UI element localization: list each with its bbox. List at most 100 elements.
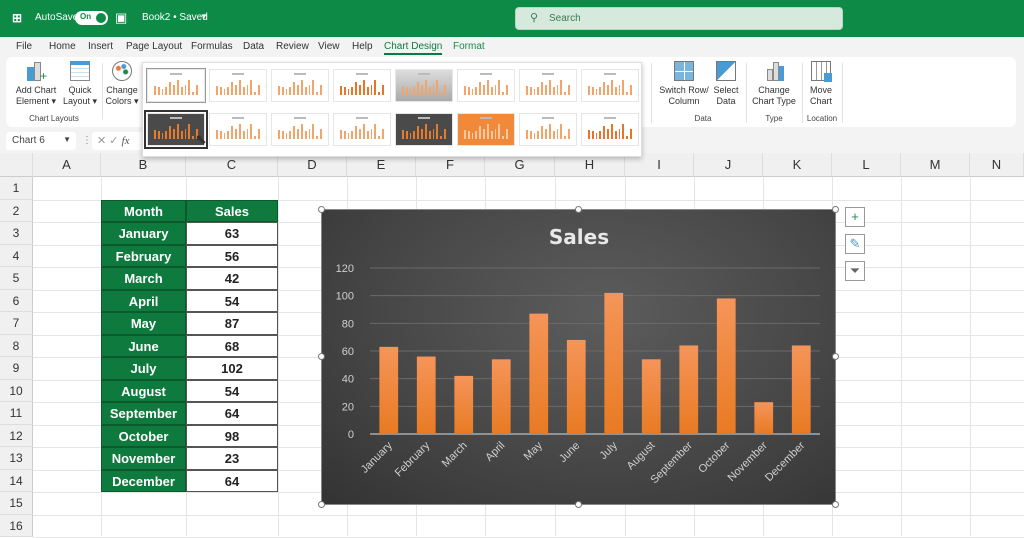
quick-layout-button[interactable]: Quick Layout ▾ — [60, 61, 100, 107]
row-header-4[interactable]: 4 — [0, 244, 33, 267]
resize-handle[interactable] — [318, 353, 325, 360]
chart-style-12[interactable] — [333, 113, 391, 146]
sales-cell[interactable]: 54 — [186, 379, 278, 402]
switch-row-column-button[interactable]: Switch Row/ Column — [658, 61, 710, 107]
column-header-n[interactable]: N — [970, 153, 1024, 177]
change-colors-button[interactable]: Change Colors ▾ — [104, 61, 140, 107]
enter-icon[interactable]: ✓ — [109, 135, 118, 147]
row-header-9[interactable]: 9 — [0, 357, 33, 380]
sales-cell[interactable]: 63 — [186, 222, 278, 245]
resize-handle[interactable] — [832, 353, 839, 360]
month-cell[interactable]: June — [101, 334, 186, 357]
row-header-3[interactable]: 3 — [0, 222, 33, 245]
chart-style-4[interactable] — [333, 69, 391, 102]
month-cell[interactable]: August — [101, 379, 186, 402]
month-cell[interactable]: January — [101, 222, 186, 245]
header-month[interactable]: Month — [101, 199, 186, 222]
autosave-toggle[interactable]: On — [75, 11, 108, 25]
month-cell[interactable]: April — [101, 289, 186, 312]
bar-april[interactable] — [491, 359, 511, 434]
row-header-11[interactable]: 11 — [0, 402, 33, 425]
tab-page-layout[interactable]: Page Layout — [126, 41, 182, 52]
sales-cell[interactable]: 87 — [186, 312, 278, 335]
row-header-13[interactable]: 13 — [0, 447, 33, 470]
resize-handle[interactable] — [318, 501, 325, 508]
month-cell[interactable]: March — [101, 267, 186, 290]
column-header-m[interactable]: M — [901, 153, 970, 177]
save-icon[interactable]: ▣ — [115, 10, 127, 26]
row-header-14[interactable]: 14 — [0, 469, 33, 492]
chart-style-2[interactable] — [209, 69, 267, 102]
row-header-5[interactable]: 5 — [0, 267, 33, 290]
row-header-12[interactable]: 12 — [0, 424, 33, 447]
chevron-down-icon[interactable]: ▼ — [200, 12, 208, 21]
cancel-icon[interactable]: ✕ — [97, 135, 106, 147]
tab-format[interactable]: Format — [453, 41, 485, 52]
tab-view[interactable]: View — [318, 41, 340, 52]
chevron-down-icon[interactable]: ▼ — [63, 135, 71, 144]
row-header-10[interactable]: 10 — [0, 379, 33, 402]
chart-style-11[interactable] — [271, 113, 329, 146]
search-box[interactable]: ⚲ Search — [515, 7, 843, 30]
resize-handle[interactable] — [832, 501, 839, 508]
sales-cell[interactable]: 98 — [186, 424, 278, 447]
row-header-6[interactable]: 6 — [0, 289, 33, 312]
resize-handle[interactable] — [575, 501, 582, 508]
tab-chart-design[interactable]: Chart Design — [384, 41, 443, 55]
month-cell[interactable]: May — [101, 312, 186, 335]
row-header-8[interactable]: 8 — [0, 334, 33, 357]
resize-handle[interactable] — [832, 206, 839, 213]
row-header-2[interactable]: 2 — [0, 199, 33, 222]
chart-style-14[interactable] — [457, 113, 515, 146]
row-header-7[interactable]: 7 — [0, 312, 33, 335]
bar-october[interactable] — [716, 298, 736, 434]
header-sales[interactable]: Sales — [186, 199, 278, 222]
resize-handle[interactable] — [575, 206, 582, 213]
tab-formulas[interactable]: Formulas — [191, 41, 233, 52]
month-cell[interactable]: October — [101, 424, 186, 447]
row-header-15[interactable]: 15 — [0, 492, 33, 515]
bar-june[interactable] — [566, 339, 586, 434]
column-header-k[interactable]: K — [763, 153, 832, 177]
chart-style-6[interactable] — [457, 69, 515, 102]
tab-file[interactable]: File — [16, 41, 32, 52]
month-cell[interactable]: February — [101, 244, 186, 267]
chart-style-13[interactable] — [395, 113, 453, 146]
chart-style-1[interactable] — [146, 68, 206, 103]
select-all-corner[interactable] — [0, 153, 33, 177]
move-chart-button[interactable]: Move Chart — [804, 61, 838, 107]
tab-data[interactable]: Data — [243, 41, 264, 52]
bar-february[interactable] — [416, 356, 436, 434]
add-chart-element-button[interactable]: + Add Chart Element ▾ — [14, 61, 58, 107]
chart-styles-button[interactable]: ✎ — [845, 234, 865, 254]
sales-cell[interactable]: 64 — [186, 469, 278, 492]
bar-november[interactable] — [754, 402, 774, 434]
tab-help[interactable]: Help — [352, 41, 373, 52]
month-cell[interactable]: July — [101, 357, 186, 380]
month-cell[interactable]: December — [101, 469, 186, 492]
fx-icon[interactable]: fx — [122, 135, 130, 147]
sales-cell[interactable]: 23 — [186, 447, 278, 470]
tab-home[interactable]: Home — [49, 41, 76, 52]
chart-style-5[interactable] — [395, 69, 453, 102]
resize-handle[interactable] — [318, 206, 325, 213]
chart-style-16[interactable] — [581, 113, 639, 146]
month-cell[interactable]: September — [101, 402, 186, 425]
sales-cell[interactable]: 68 — [186, 334, 278, 357]
chart-style-3[interactable] — [271, 69, 329, 102]
bar-march[interactable] — [454, 375, 474, 434]
bar-august[interactable] — [641, 359, 661, 434]
chart-style-10[interactable] — [209, 113, 267, 146]
chart-style-8[interactable] — [581, 69, 639, 102]
tab-review[interactable]: Review — [276, 41, 309, 52]
bar-september[interactable] — [679, 345, 699, 434]
row-header-1[interactable]: 1 — [0, 177, 33, 200]
column-header-l[interactable]: L — [832, 153, 901, 177]
sales-chart[interactable]: Sales 0 20 40 60 80 100 120 January February Mar… — [321, 209, 836, 505]
chart-style-7[interactable] — [519, 69, 577, 102]
change-chart-type-button[interactable]: Change Chart Type — [750, 61, 798, 107]
chart-title[interactable]: Sales — [549, 225, 609, 249]
sales-cell[interactable]: 56 — [186, 244, 278, 267]
tab-insert[interactable]: Insert — [88, 41, 113, 52]
sales-cell[interactable]: 42 — [186, 267, 278, 290]
